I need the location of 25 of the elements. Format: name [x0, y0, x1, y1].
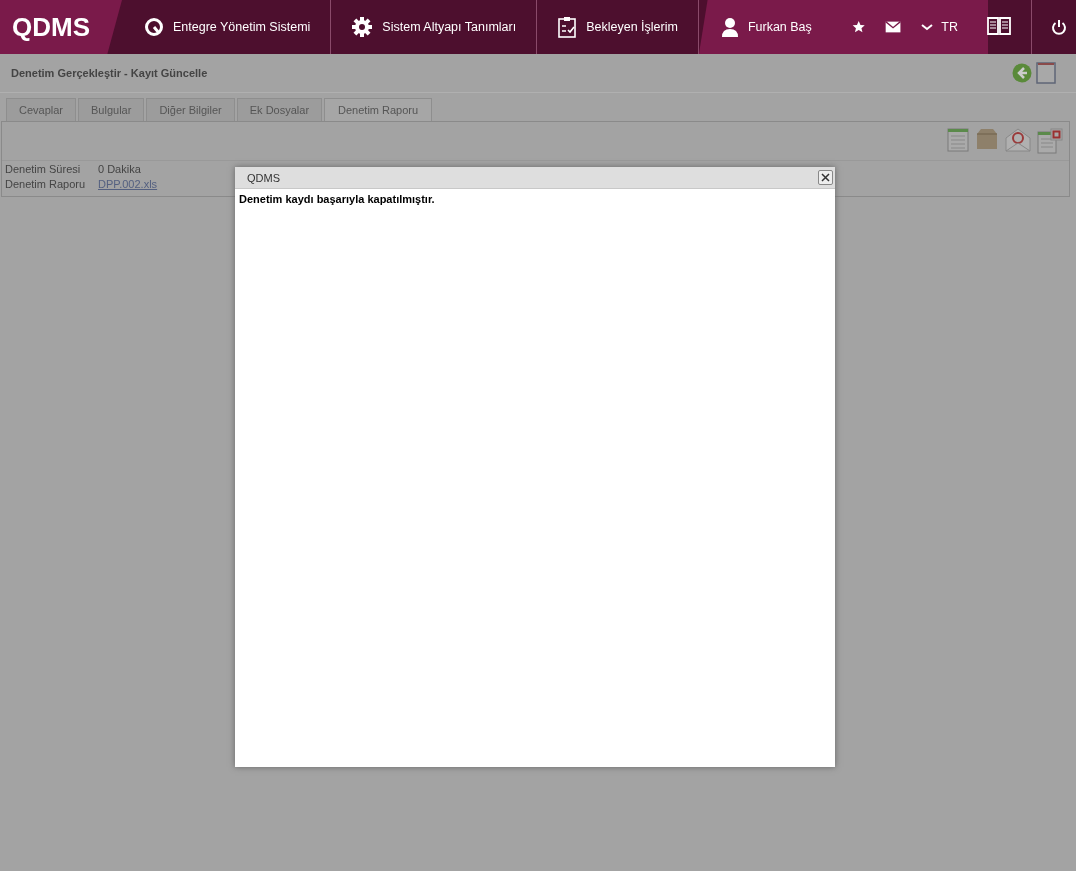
notebook-icon[interactable]: [1036, 62, 1056, 84]
clipboard-icon: [557, 16, 578, 38]
field-label: Denetim Raporu: [5, 178, 87, 192]
dialog-message: Denetim kaydı başarıyla kapatılmıştır.: [238, 192, 436, 207]
nav-item[interactable]: Entegre Yönetim Sistemi: [122, 0, 332, 54]
document-icon[interactable]: [947, 128, 969, 152]
settings-icon: [351, 16, 374, 38]
document-stop-icon[interactable]: [1037, 128, 1063, 154]
field-label: Denetim Süresi: [5, 163, 82, 177]
nav-item[interactable]: Sistem Altyapı Tanımları: [331, 0, 538, 54]
envelope-at-icon[interactable]: [1005, 128, 1031, 152]
page-title: Denetim Gerçekleştir - Kayıt Güncelle: [11, 67, 208, 79]
user-menu[interactable]: Furkan Baş: [698, 17, 832, 37]
field-value: 0 Dakika: [98, 163, 141, 177]
language-selector[interactable]: TR: [921, 20, 958, 34]
caret-icon: [921, 23, 934, 31]
q-logo-icon: [144, 17, 164, 37]
user-icon: [720, 17, 739, 37]
archive-box-icon[interactable]: [975, 128, 999, 150]
dialog-title: QDMS: [247, 171, 280, 184]
close-button[interactable]: [818, 170, 833, 185]
logo[interactable]: QDMS: [0, 0, 122, 54]
nav-item[interactable]: Bekleyen İşlerim: [537, 0, 699, 54]
power-icon[interactable]: [1050, 19, 1067, 35]
close-icon: [821, 173, 830, 182]
